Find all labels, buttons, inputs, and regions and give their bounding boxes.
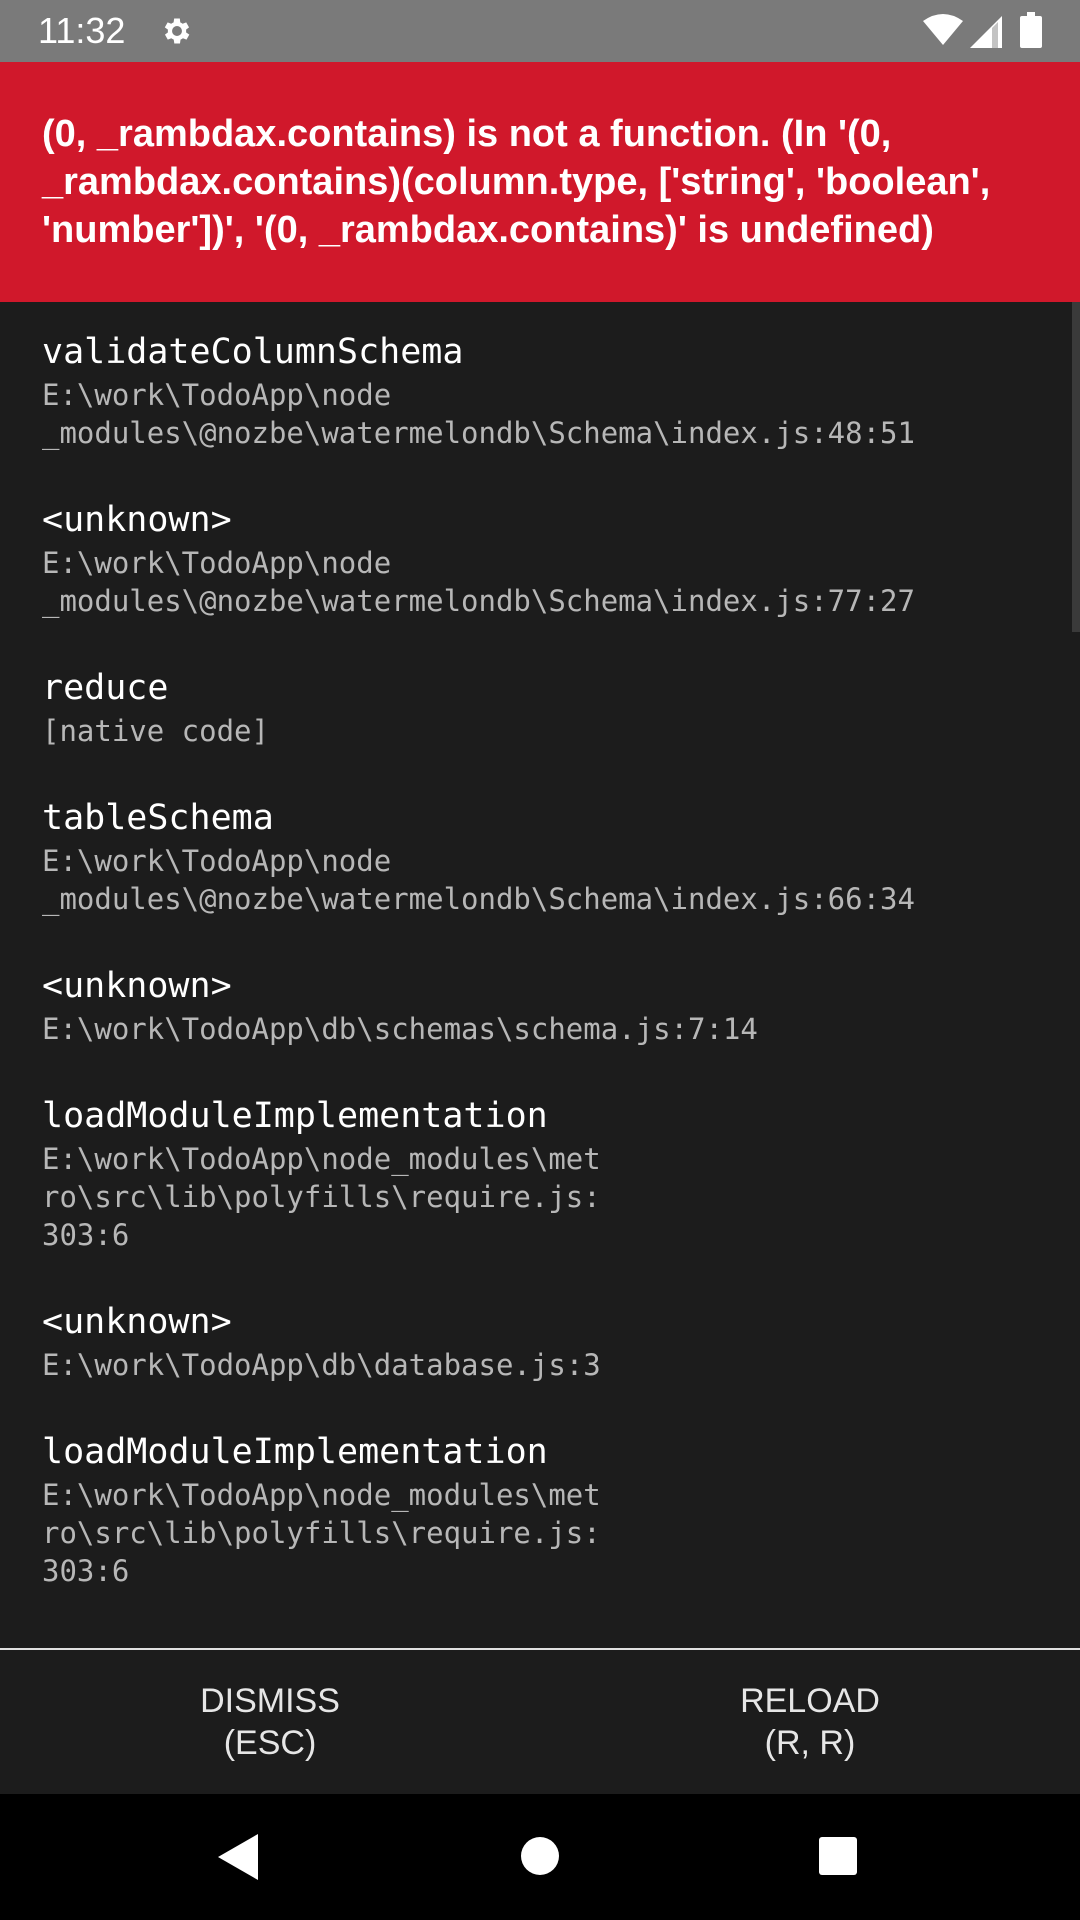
action-bar: DISMISS (ESC) RELOAD (R, R) — [0, 1648, 1080, 1794]
stack-frame[interactable]: <unknown> E:\work\TodoApp\node _modules\@… — [42, 496, 1038, 620]
error-header: (0, _rambdax.contains) is not a function… — [0, 62, 1080, 302]
stack-frame[interactable]: <unknown> E:\work\TodoApp\db\schemas\sche… — [42, 962, 1038, 1048]
frame-file: E:\work\TodoApp\node_modules\met ro\src\… — [42, 1478, 601, 1588]
frame-file: E:\work\TodoApp\node_modules\met ro\src\… — [42, 1142, 601, 1252]
frame-method: <unknown> — [42, 500, 232, 540]
frame-method: validateColumnSchema — [42, 332, 464, 372]
stack-frame[interactable]: reduce [native code] — [42, 664, 1038, 750]
error-message: (0, _rambdax.contains) is not a function… — [42, 113, 991, 251]
dismiss-label: DISMISS (ESC) — [200, 1682, 340, 1762]
frame-method: loadModuleImplementation — [42, 1432, 548, 1472]
frame-method: loadModuleImplementation — [42, 1096, 548, 1136]
gear-icon — [164, 18, 190, 44]
scrollbar[interactable] — [1072, 302, 1080, 632]
frame-file: E:\work\TodoApp\node _modules\@nozbe\wat… — [42, 844, 915, 916]
stack-frame[interactable]: loadModuleImplementation E:\work\TodoApp\… — [42, 1428, 1038, 1590]
frame-method: <unknown> — [42, 966, 232, 1006]
stack-frame[interactable]: validateColumnSchema E:\work\TodoApp\node… — [42, 328, 1038, 452]
frame-method: <unknown> — [42, 1302, 232, 1342]
home-icon[interactable] — [520, 1836, 560, 1876]
frame-file: E:\work\TodoApp\db\database.js:3 — [42, 1348, 601, 1382]
frame-file: E:\work\TodoApp\db\schemas\schema.js:7:1… — [42, 1012, 758, 1046]
reload-button[interactable]: RELOAD (R, R) — [540, 1650, 1080, 1794]
status-bar: 11:32 — [0, 0, 1080, 62]
stack-trace-list[interactable]: validateColumnSchema E:\work\TodoApp\node… — [0, 302, 1080, 1648]
wifi-icon — [923, 14, 963, 45]
dismiss-button[interactable]: DISMISS (ESC) — [0, 1650, 540, 1794]
recent-apps-icon[interactable] — [818, 1836, 858, 1876]
reload-label: RELOAD (R, R) — [740, 1682, 880, 1762]
frame-file: [native code] — [42, 714, 269, 748]
frame-method: tableSchema — [42, 798, 274, 838]
status-time: 11:32 — [38, 10, 126, 51]
frame-file: E:\work\TodoApp\node _modules\@nozbe\wat… — [42, 378, 915, 450]
back-icon[interactable] — [218, 1834, 258, 1880]
stack-frame[interactable]: <unknown> E:\work\TodoApp\db\database.js:… — [42, 1298, 1038, 1384]
frame-method: reduce — [42, 668, 169, 708]
frame-file: E:\work\TodoApp\node _modules\@nozbe\wat… — [42, 546, 915, 618]
stack-frame[interactable]: tableSchema E:\work\TodoApp\node _modules… — [42, 794, 1038, 918]
battery-icon — [1020, 12, 1042, 48]
stack-frame[interactable]: loadModuleImplementation E:\work\TodoApp\… — [42, 1092, 1038, 1254]
signal-icon — [970, 16, 1002, 48]
